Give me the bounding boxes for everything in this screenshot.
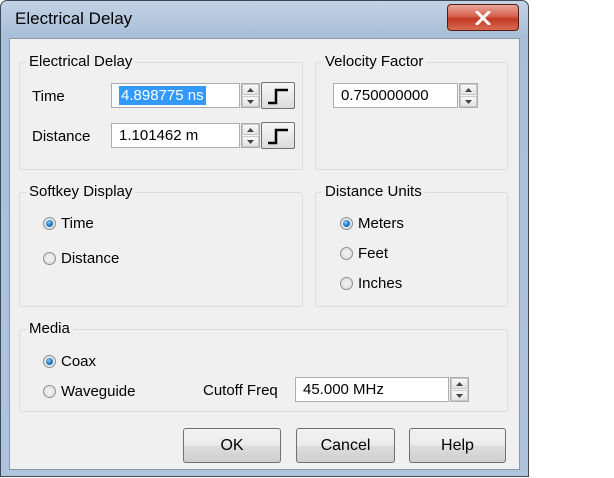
triangle-up-icon (247, 127, 254, 132)
triangle-up-icon (247, 87, 254, 92)
softkey-time-label: Time (61, 215, 94, 232)
radio-unselected-icon (340, 247, 353, 260)
time-spinner[interactable] (241, 83, 260, 108)
help-button[interactable]: Help (409, 428, 506, 463)
radio-selected-icon (43, 217, 56, 230)
distance-spin-up-button[interactable] (242, 124, 259, 135)
time-step-button[interactable] (261, 82, 295, 109)
electrical-delay-dialog: Electrical Delay Electrical Delay Time 4… (0, 0, 529, 477)
velocity-factor-group: Velocity Factor (315, 53, 508, 170)
cutoff-spin-up-button[interactable] (451, 378, 468, 389)
cutoff-freq-value: 45.000 MHz (303, 381, 384, 398)
media-coax-radio[interactable]: Coax (43, 353, 96, 370)
softkey-distance-label: Distance (61, 250, 120, 267)
distance-spinner[interactable] (241, 123, 260, 148)
units-feet-label: Feet (358, 245, 389, 262)
radio-selected-icon (43, 355, 56, 368)
cutoff-freq-label: Cutoff Freq (203, 382, 278, 399)
distance-input-value: 1.101462 m (119, 127, 199, 144)
velocity-spin-up-button[interactable] (460, 84, 477, 95)
triangle-down-icon (456, 393, 463, 398)
velocity-factor-group-title: Velocity Factor (322, 53, 427, 70)
triangle-down-icon (247, 139, 254, 144)
media-waveguide-radio[interactable]: Waveguide (43, 383, 136, 400)
units-inches-label: Inches (358, 275, 403, 292)
cutoff-freq-input[interactable]: 45.000 MHz (295, 377, 449, 402)
dialog-body: Electrical Delay Time 4.898775 ns Distan… (9, 38, 520, 470)
units-feet-radio[interactable]: Feet (340, 245, 388, 262)
cutoff-spin-down-button[interactable] (451, 390, 468, 401)
radio-unselected-icon (340, 277, 353, 290)
distance-spin-down-button[interactable] (242, 136, 259, 147)
velocity-spin-down-button[interactable] (460, 96, 477, 107)
window-title: Electrical Delay (15, 9, 133, 28)
time-input-value: 4.898775 ns (119, 86, 206, 105)
softkey-display-group-title: Softkey Display (26, 183, 136, 200)
time-spin-down-button[interactable] (242, 96, 259, 107)
softkey-time-radio[interactable]: Time (43, 215, 94, 232)
media-group-title: Media (26, 320, 73, 337)
triangle-up-icon (456, 381, 463, 386)
radio-unselected-icon (43, 252, 56, 265)
units-inches-radio[interactable]: Inches (340, 275, 402, 292)
velocity-factor-value: 0.750000000 (341, 87, 429, 104)
distance-input[interactable]: 1.101462 m (111, 123, 240, 148)
units-meters-label: Meters (358, 215, 404, 232)
softkey-distance-radio[interactable]: Distance (43, 250, 119, 267)
electrical-delay-group-title: Electrical Delay (26, 53, 136, 70)
cutoff-freq-spinner[interactable] (450, 377, 469, 402)
time-input[interactable]: 4.898775 ns (111, 83, 240, 108)
close-button[interactable] (447, 4, 519, 31)
triangle-down-icon (465, 99, 472, 104)
time-label: Time (32, 88, 65, 105)
electrical-delay-group: Electrical Delay (19, 53, 303, 170)
ok-button[interactable]: OK (183, 428, 281, 463)
step-function-icon (268, 128, 288, 144)
distance-units-group-title: Distance Units (322, 183, 425, 200)
close-x-icon (475, 10, 491, 25)
velocity-factor-input[interactable]: 0.750000000 (333, 83, 458, 108)
time-spin-up-button[interactable] (242, 84, 259, 95)
units-meters-radio[interactable]: Meters (340, 215, 404, 232)
distance-step-button[interactable] (261, 122, 295, 149)
triangle-down-icon (247, 99, 254, 104)
media-waveguide-label: Waveguide (61, 383, 136, 400)
radio-selected-icon (340, 217, 353, 230)
triangle-up-icon (465, 87, 472, 92)
media-coax-label: Coax (61, 353, 97, 370)
radio-unselected-icon (43, 385, 56, 398)
cancel-button[interactable]: Cancel (296, 428, 395, 463)
step-function-icon (268, 88, 288, 104)
velocity-factor-spinner[interactable] (459, 83, 478, 108)
distance-label: Distance (32, 128, 91, 145)
